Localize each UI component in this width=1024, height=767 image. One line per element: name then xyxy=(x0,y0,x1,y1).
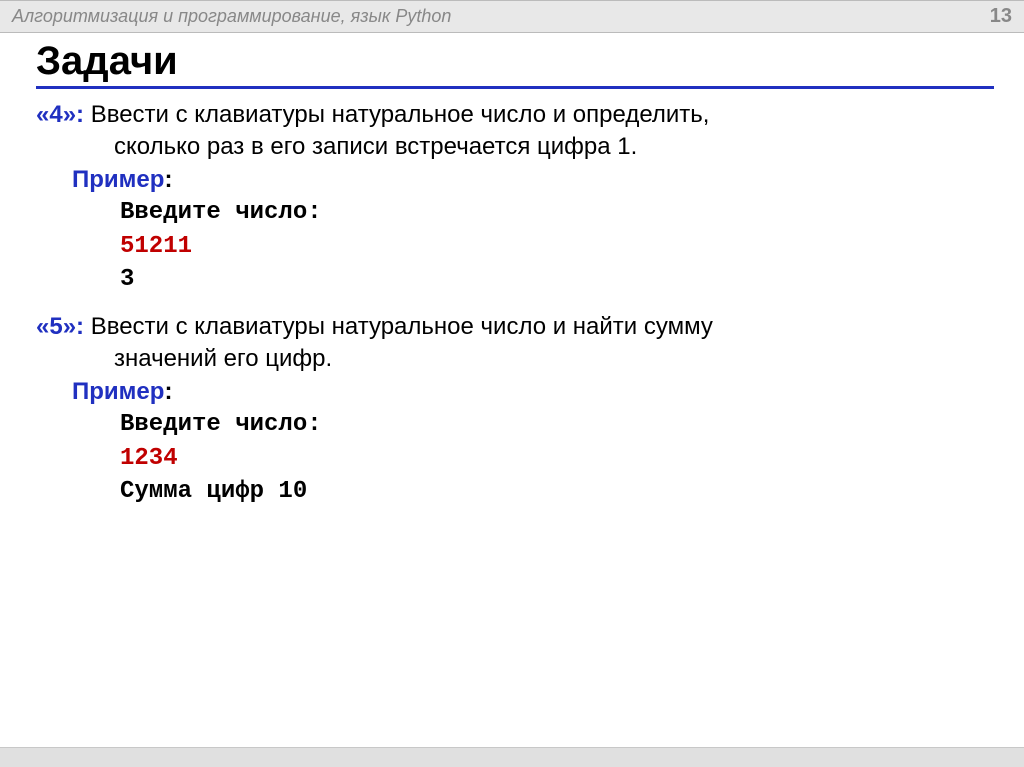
slide-footer xyxy=(0,747,1024,767)
code-block: Введите число: 1234 Сумма цифр 10 xyxy=(120,408,994,509)
task-description: Ввести с клавиатуры натуральное число и … xyxy=(84,313,713,340)
slide-content: Задачи «4»: Ввести с клавиатуры натураль… xyxy=(0,33,1024,509)
example-colon: : xyxy=(164,166,172,193)
example-label: Пример xyxy=(72,166,164,193)
page-title: Задачи xyxy=(36,39,994,89)
task-description: Ввести с клавиатуры натуральное число и … xyxy=(84,101,709,128)
code-prompt: Введите число: xyxy=(120,196,994,230)
header-title: Алгоритмизация и программирование, язык … xyxy=(12,6,451,27)
grade-label: «5»: xyxy=(36,313,84,340)
example-label: Пример xyxy=(72,378,164,405)
code-prompt: Введите число: xyxy=(120,408,994,442)
code-block: Введите число: 51211 3 xyxy=(120,196,994,297)
code-output: Сумма цифр 10 xyxy=(120,475,994,509)
page-number: 13 xyxy=(990,5,1012,28)
task-block: «5»: Ввести с клавиатуры натуральное чис… xyxy=(36,311,994,509)
code-input: 51211 xyxy=(120,230,994,264)
grade-label: «4»: xyxy=(36,101,84,128)
code-input: 1234 xyxy=(120,442,994,476)
example-colon: : xyxy=(164,378,172,405)
code-output: 3 xyxy=(120,263,994,297)
task-block: «4»: Ввести с клавиатуры натуральное чис… xyxy=(36,99,994,297)
task-description-cont: значений его цифр. xyxy=(114,343,994,375)
task-description-cont: сколько раз в его записи встречается циф… xyxy=(114,131,994,163)
slide-header: Алгоритмизация и программирование, язык … xyxy=(0,0,1024,33)
